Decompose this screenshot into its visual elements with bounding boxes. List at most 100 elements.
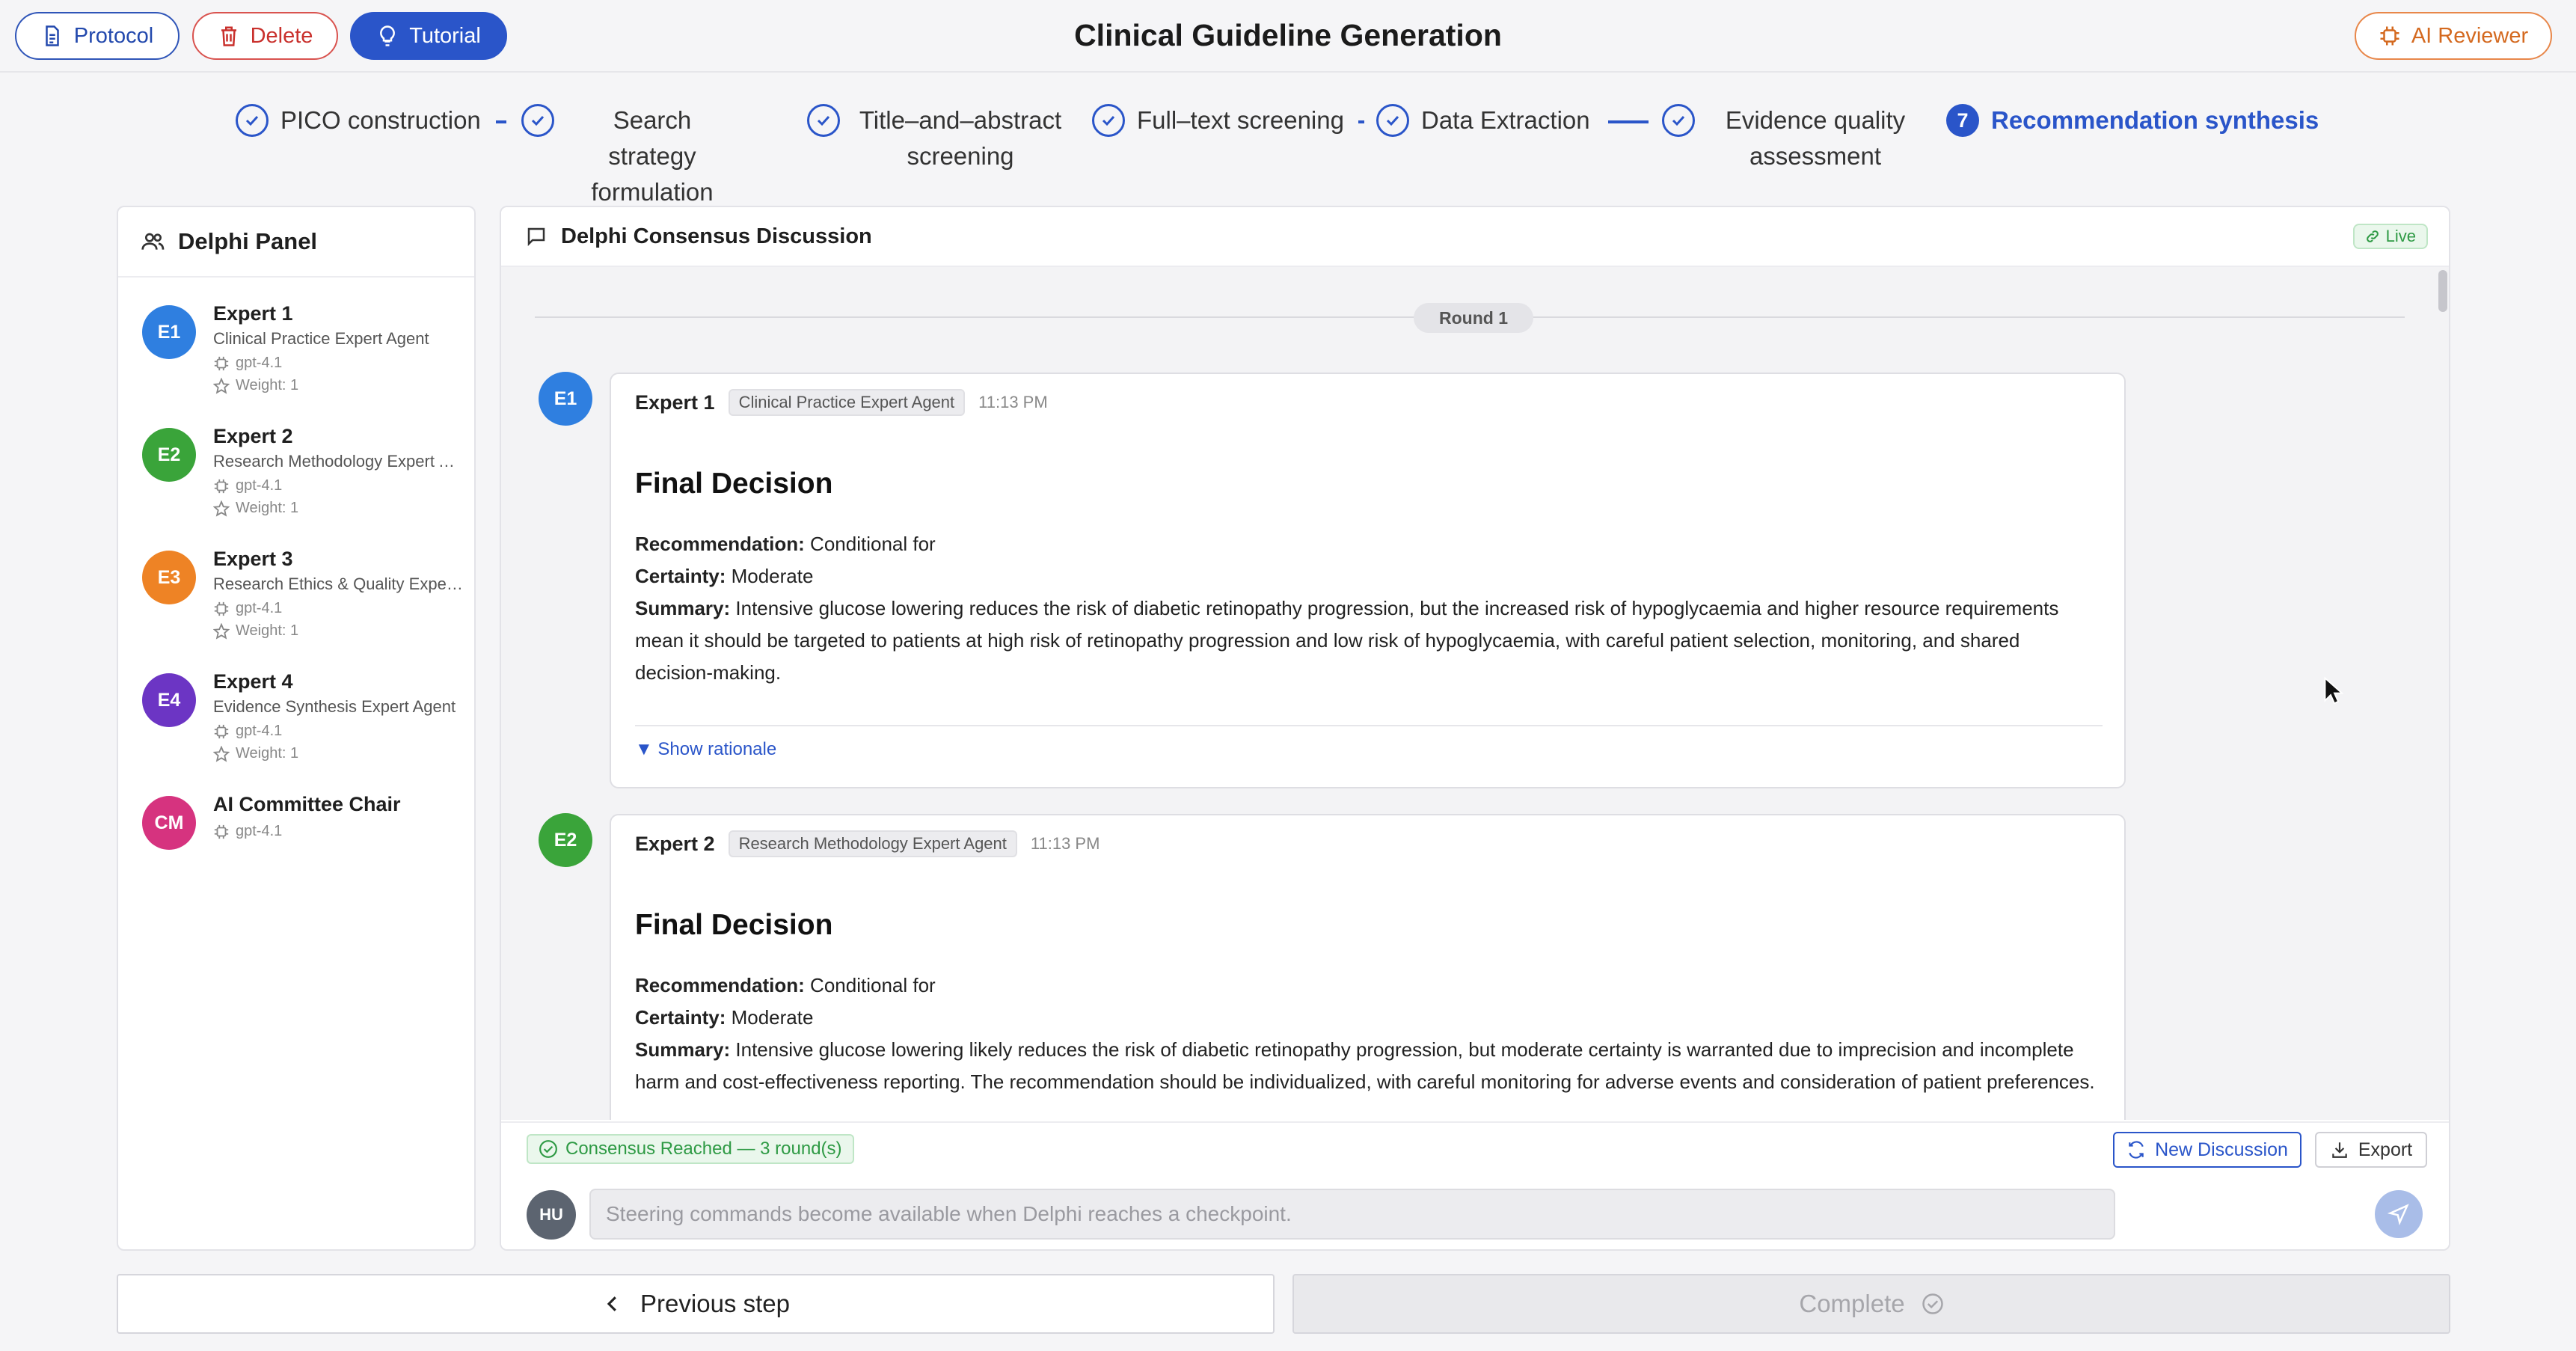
- scrollbar-thumb[interactable]: [2438, 270, 2447, 312]
- message-header: Expert 1 Clinical Practice Expert Agent …: [635, 389, 1048, 416]
- check-circle-icon: [521, 104, 554, 137]
- expert-item-4[interactable]: E4 Expert 4 Evidence Synthesis Expert Ag…: [142, 670, 464, 771]
- expert-role: Clinical Practice Expert Agent: [213, 329, 429, 348]
- send-button[interactable]: [2375, 1190, 2423, 1238]
- message-body: Recommendation: Conditional for Certaint…: [635, 533, 2059, 684]
- summary-text: Intensive glucose lowering reduces the r…: [635, 597, 2059, 684]
- chip-icon: [214, 824, 229, 839]
- expert-item-1[interactable]: E1 Expert 1 Clinical Practice Expert Age…: [142, 302, 464, 402]
- avatar: E4: [142, 673, 196, 727]
- step-search-strategy[interactable]: Search strategy formulation: [521, 102, 738, 210]
- avatar: E3: [142, 551, 196, 604]
- chip-icon: [214, 479, 229, 493]
- mouse-cursor-icon: [2324, 676, 2344, 705]
- check-circle-icon: [1922, 1293, 1943, 1314]
- expert-model: gpt-4.1: [213, 477, 282, 494]
- step-number: 7: [1946, 104, 1979, 137]
- step-connector: [1608, 120, 1649, 123]
- step-label: Full–text screening: [1137, 106, 1344, 134]
- certainty-value: Moderate: [731, 565, 814, 587]
- star-icon: [213, 622, 230, 640]
- step-label: Title–and–abstract screening: [859, 106, 1062, 170]
- expert-name: Expert 2: [213, 425, 293, 447]
- trash-icon: [221, 26, 236, 46]
- expert-role: Research Ethics & Quality Expert Agent: [213, 575, 464, 593]
- discussion-footer: Consensus Reached — 3 round(s) New Discu…: [501, 1121, 2449, 1249]
- consensus-badge: Consensus Reached — 3 round(s): [527, 1134, 854, 1164]
- discussion-panel: Delphi Consensus Discussion Live Round 1…: [500, 206, 2450, 1251]
- recommendation-value: Conditional for: [810, 974, 936, 996]
- step-evidence-quality[interactable]: Evidence quality assessment: [1662, 102, 1924, 174]
- chevron-left-icon: [607, 1296, 616, 1311]
- step-pico-construction[interactable]: PICO construction: [236, 102, 481, 138]
- expert-weight: Weight: 1: [213, 377, 298, 394]
- expert-role: Evidence Synthesis Expert Agent: [213, 697, 456, 716]
- step-title-abstract-screening[interactable]: Title–and–abstract screening: [807, 102, 1069, 174]
- new-discussion-button[interactable]: New Discussion: [2113, 1132, 2301, 1168]
- top-bar: Protocol Delete Tutorial Clinical Guidel…: [0, 0, 2576, 73]
- refresh-icon: [2129, 1141, 2144, 1159]
- expert-model: gpt-4.1: [213, 723, 282, 740]
- discussion-header: Delphi Consensus Discussion Live: [501, 207, 2449, 267]
- chat-scroll-area[interactable]: Round 1 E1 Expert 1 Clinical Practice Ex…: [501, 267, 2449, 1120]
- step-connector: [1358, 120, 1364, 123]
- round-label: Round 1: [1414, 303, 1533, 333]
- check-circle-icon: [1662, 104, 1695, 137]
- divider: [635, 725, 2103, 726]
- ai-reviewer-button-label: AI Reviewer: [2411, 23, 2529, 48]
- tutorial-button-label: Tutorial: [409, 23, 481, 48]
- steering-input[interactable]: Steering commands become available when …: [589, 1189, 2115, 1240]
- delphi-panel: Delphi Panel E1 Expert 1 Clinical Practi…: [117, 206, 476, 1251]
- chip-icon: [214, 601, 229, 616]
- step-label: Recommendation synthesis: [1991, 106, 2319, 134]
- message-time: 11:13 PM: [1030, 834, 1100, 853]
- expert-item-3[interactable]: E3 Expert 3 Research Ethics & Quality Ex…: [142, 548, 464, 648]
- star-icon: [213, 377, 230, 394]
- expert-name: AI Committee Chair: [213, 793, 401, 815]
- expert-weight: Weight: 1: [213, 622, 298, 640]
- avatar: E2: [142, 428, 196, 482]
- check-circle-icon: [1376, 104, 1409, 137]
- users-icon: [141, 233, 165, 250]
- step-full-text-screening[interactable]: Full–text screening: [1092, 102, 1344, 138]
- message-heading: Final Decision: [635, 909, 833, 941]
- message-author: Expert 2: [635, 832, 715, 855]
- step-data-extraction[interactable]: Data Extraction: [1376, 102, 1590, 138]
- expert-name: Expert 4: [213, 670, 293, 693]
- send-icon: [2388, 1204, 2409, 1225]
- chip-icon: [2380, 26, 2399, 46]
- protocol-button[interactable]: Protocol: [15, 12, 180, 60]
- step-label: Evidence quality assessment: [1725, 106, 1906, 170]
- complete-button[interactable]: Complete: [1292, 1274, 2450, 1334]
- export-button[interactable]: Export: [2315, 1132, 2427, 1168]
- summary-text: Intensive glucose lowering likely reduce…: [635, 1038, 2095, 1093]
- expert-name: Expert 3: [213, 548, 293, 570]
- avatar: E1: [142, 305, 196, 359]
- step-label: Data Extraction: [1421, 106, 1590, 134]
- expert-item-2[interactable]: E2 Expert 2 Research Methodology Expert …: [142, 425, 464, 525]
- workflow-stepper: PICO construction Search strategy formul…: [0, 73, 2576, 206]
- user-avatar: HU: [527, 1190, 576, 1240]
- discussion-title: Delphi Consensus Discussion: [561, 224, 872, 248]
- ai-reviewer-button[interactable]: AI Reviewer: [2355, 12, 2552, 60]
- message-icon: [527, 227, 545, 247]
- expert-name: Expert 1: [213, 302, 293, 325]
- delete-button[interactable]: Delete: [192, 12, 338, 60]
- recommendation-value: Conditional for: [810, 533, 936, 555]
- previous-step-button[interactable]: Previous step: [117, 1274, 1275, 1334]
- show-rationale-toggle[interactable]: ▼ Show rationale: [635, 739, 776, 760]
- protocol-button-label: Protocol: [73, 23, 154, 48]
- message-author: Expert 1: [635, 390, 715, 414]
- role-tag: Clinical Practice Expert Agent: [728, 389, 966, 416]
- message-body: Recommendation: Conditional for Certaint…: [635, 974, 2095, 1093]
- message-card: Expert 2 Research Methodology Expert Age…: [610, 814, 2126, 1120]
- step-recommendation-synthesis[interactable]: 7 Recommendation synthesis: [1946, 102, 2319, 138]
- role-tag: Research Methodology Expert Agent: [728, 830, 1017, 857]
- avatar: E1: [539, 372, 592, 426]
- check-circle-icon: [539, 1140, 557, 1158]
- expert-item-chair[interactable]: CM AI Committee Chair gpt-4.1: [142, 793, 464, 856]
- tutorial-button[interactable]: Tutorial: [350, 12, 507, 60]
- certainty-value: Moderate: [731, 1006, 814, 1029]
- expert-weight: Weight: 1: [213, 500, 298, 517]
- message-heading: Final Decision: [635, 468, 833, 500]
